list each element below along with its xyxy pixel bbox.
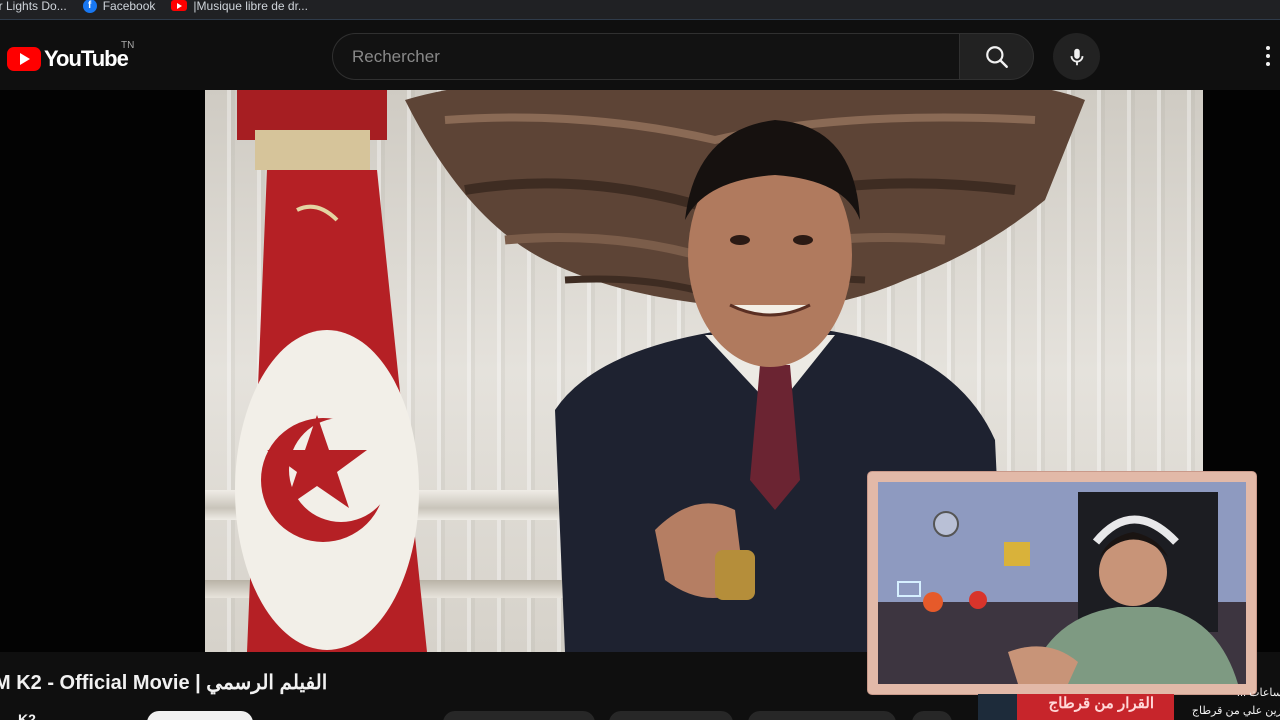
thumbnail-text: القرار من قرطاج bbox=[1048, 695, 1154, 712]
webcam-feed bbox=[878, 482, 1246, 684]
recommended-line: زين علي من قرطاج bbox=[1191, 705, 1280, 717]
more-actions-button[interactable] bbox=[912, 711, 952, 720]
search-button[interactable] bbox=[959, 33, 1034, 80]
subscribe-button[interactable] bbox=[147, 711, 253, 720]
country-code: TN bbox=[121, 40, 135, 51]
video-player[interactable] bbox=[0, 90, 1280, 694]
bookmark-facebook[interactable]: f Facebook bbox=[82, 0, 156, 13]
microphone-icon bbox=[1070, 48, 1083, 65]
bookmark-label: ur Lights Do... bbox=[0, 0, 67, 13]
channel-name[interactable]: K2 bbox=[18, 711, 36, 720]
recommended-thumbnail[interactable]: القرار من قرطاج bbox=[978, 694, 1174, 720]
like-button[interactable] bbox=[443, 711, 595, 720]
bookmark-label: |Musique libre de dr... bbox=[193, 0, 308, 13]
logo-text: YouTube bbox=[44, 46, 129, 71]
tunisia-flag bbox=[235, 90, 427, 652]
recommended-line: ساعات ... bbox=[1236, 687, 1280, 699]
download-button[interactable] bbox=[748, 711, 896, 720]
facebook-icon: f bbox=[82, 0, 97, 13]
voice-search-button[interactable] bbox=[1053, 33, 1100, 80]
share-button[interactable] bbox=[609, 711, 733, 720]
bookmark-lights[interactable]: ur Lights Do... bbox=[0, 0, 67, 13]
search-box bbox=[332, 33, 960, 80]
webcam-scene bbox=[878, 482, 1246, 684]
youtube-logo[interactable]: YouTube bbox=[7, 46, 129, 72]
webcam-overlay bbox=[868, 472, 1256, 694]
more-options-icon[interactable] bbox=[1266, 46, 1270, 66]
bookmark-label: Facebook bbox=[102, 0, 156, 13]
youtube-play-icon bbox=[7, 47, 41, 71]
search-icon bbox=[985, 45, 1008, 68]
video-title: M K2 - Official Movie | الفيلم الرسمي bbox=[0, 672, 328, 694]
search-input[interactable] bbox=[352, 46, 960, 67]
recommended-title[interactable]: ساعات ... زين علي من قرطاج bbox=[1182, 684, 1280, 720]
youtube-icon bbox=[171, 0, 188, 11]
bookmark-musique[interactable]: |Musique libre de dr... bbox=[171, 0, 308, 13]
bookmarks-bar: ur Lights Do... f Facebook |Musique libr… bbox=[0, 0, 1280, 20]
